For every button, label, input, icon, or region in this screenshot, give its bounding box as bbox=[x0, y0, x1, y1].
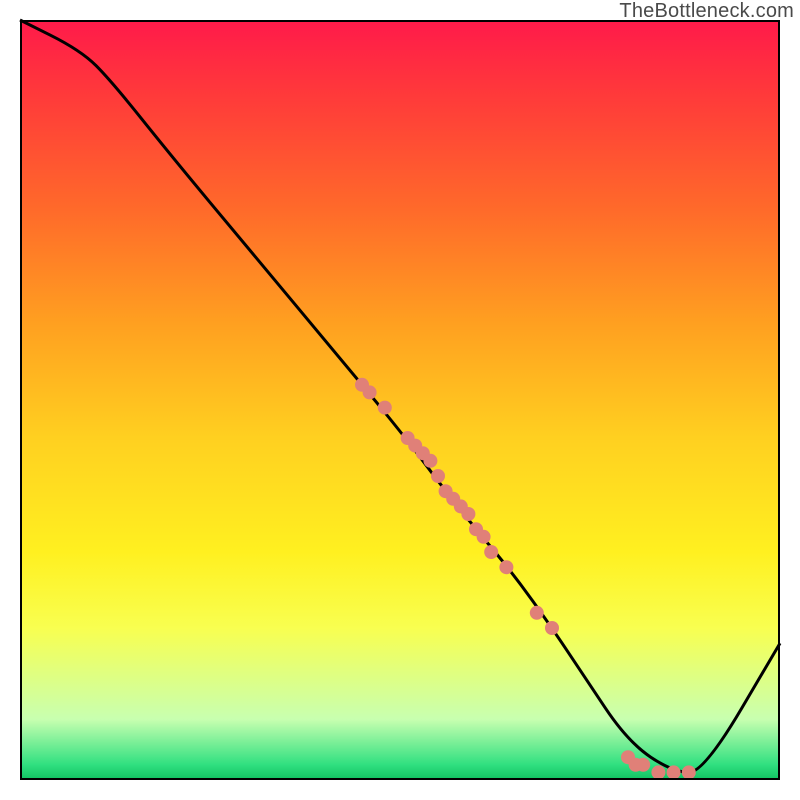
data-marker bbox=[363, 385, 377, 399]
data-marker bbox=[636, 758, 650, 772]
chart-svg bbox=[20, 20, 780, 780]
data-marker bbox=[378, 401, 392, 415]
data-marker bbox=[484, 545, 498, 559]
data-marker bbox=[423, 454, 437, 468]
data-marker bbox=[651, 765, 665, 779]
data-marker bbox=[545, 621, 559, 635]
data-marker bbox=[667, 765, 681, 779]
data-marker bbox=[499, 560, 513, 574]
data-marker bbox=[461, 507, 475, 521]
curve-path bbox=[20, 20, 780, 772]
data-marker bbox=[530, 606, 544, 620]
data-marker bbox=[431, 469, 445, 483]
markers-group bbox=[355, 378, 696, 780]
data-marker bbox=[682, 765, 696, 779]
data-marker bbox=[477, 530, 491, 544]
watermark-text: TheBottleneck.com bbox=[619, 0, 794, 23]
curve-path-group bbox=[20, 20, 780, 772]
chart-stage: TheBottleneck.com bbox=[0, 0, 800, 800]
